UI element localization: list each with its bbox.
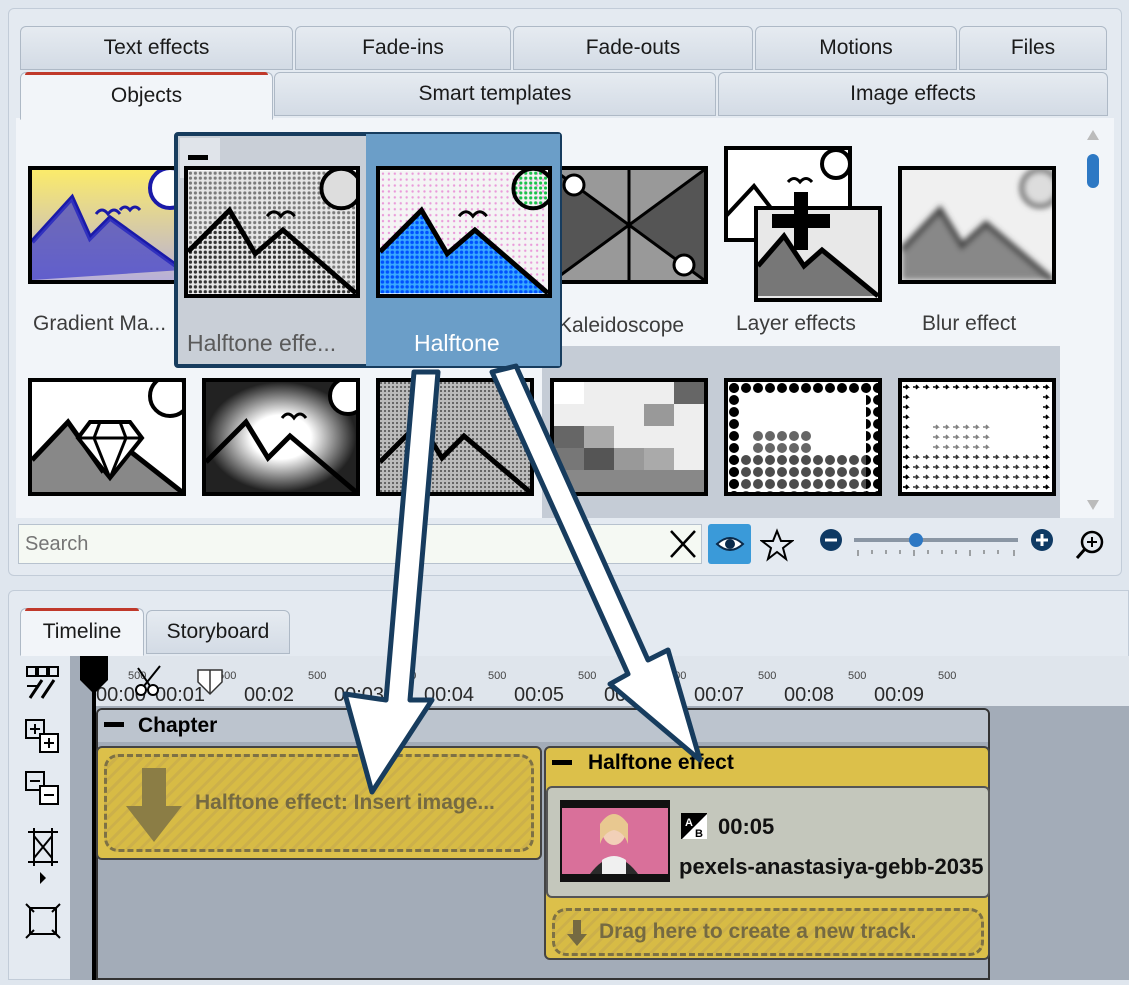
preview-eye-button[interactable] — [708, 524, 751, 564]
add-track-icon[interactable] — [24, 718, 62, 756]
tab-timeline[interactable]: Timeline — [20, 608, 144, 656]
tab-text-effects[interactable]: Text effects — [20, 26, 293, 70]
favorite-star-icon[interactable] — [759, 528, 795, 562]
halftone-effect-icon[interactable] — [184, 166, 360, 298]
svg-text:A: A — [685, 817, 693, 829]
chapter-title: Chapter — [138, 714, 218, 737]
marker-icon[interactable] — [196, 668, 224, 696]
remove-track-icon[interactable] — [24, 770, 62, 808]
blur-effect-icon[interactable] — [898, 166, 1056, 284]
playhead[interactable] — [78, 656, 112, 980]
ruler-label: 00:03 — [334, 684, 385, 706]
ruler-minor-label: 500 — [938, 670, 957, 682]
eye-icon — [715, 537, 744, 551]
ruler-label: 00:07 — [694, 684, 745, 706]
layer-effects-icon[interactable] — [724, 146, 884, 306]
down-arrow-icon — [124, 766, 184, 846]
kaleidoscope-icon[interactable] — [550, 166, 708, 284]
pixelate-icon[interactable] — [550, 378, 708, 496]
effect-track-title: Halftone effect — [588, 751, 734, 774]
ruler-label: 00:04 — [424, 684, 475, 706]
effect-label-layer-effects: Layer effects — [736, 312, 856, 335]
down-arrow-small-icon — [566, 918, 588, 948]
zoom-slider[interactable] — [818, 528, 1058, 562]
ruler-minor-label: 500 — [758, 670, 777, 682]
clip-name: pexels-anastasiya-gebb-2035 — [679, 854, 984, 879]
effect-label-gradient-mask: Gradient Ma... — [33, 312, 167, 335]
diamond-icon[interactable] — [28, 378, 186, 496]
tab-smart-templates[interactable]: Smart templates — [274, 72, 716, 116]
ruler-label: 00:08 — [784, 684, 835, 706]
cut-tracks-icon[interactable] — [24, 664, 62, 702]
tab-motions[interactable]: Motions — [755, 26, 957, 70]
new-track-text: Drag here to create a new track. — [599, 920, 917, 943]
new-track-dropzone[interactable]: Drag here to create a new track. — [552, 908, 984, 956]
tab-objects[interactable]: Objects — [20, 72, 273, 120]
search-input[interactable] — [18, 524, 702, 564]
popup-label-halftone: Halftone — [414, 330, 500, 356]
scrollbar-thumb[interactable] — [1087, 154, 1099, 188]
ruler-minor-label: 500 — [578, 670, 597, 682]
scissors-icon[interactable] — [134, 664, 166, 698]
ruler-minor-label: 500 — [398, 670, 417, 682]
zoom-fit-icon[interactable] — [1074, 528, 1108, 562]
tab-fade-ins[interactable]: Fade-ins — [295, 26, 511, 70]
tab-image-effects[interactable]: Image effects — [718, 72, 1108, 116]
transition-ab-icon[interactable]: AB — [680, 812, 708, 840]
ruler-label: 00:09 — [874, 684, 925, 706]
tab-fade-outs[interactable]: Fade-outs — [513, 26, 753, 70]
clear-search-icon[interactable] — [666, 528, 700, 560]
soft-focus-icon[interactable] — [202, 378, 360, 496]
collapse-effect-icon[interactable] — [552, 760, 572, 765]
effect-label-kaleidoscope: Kaleidoscope — [558, 314, 685, 337]
dots-effect-icon[interactable] — [724, 378, 882, 496]
effect-label-blur-effect: Blur effect — [922, 312, 1017, 335]
fit-timeline-icon[interactable] — [24, 902, 62, 940]
popup-label-halftone-effect: Halftone effe... — [187, 330, 337, 356]
ruler-minor-label: 500 — [308, 670, 327, 682]
tab-files[interactable]: Files — [959, 26, 1107, 70]
ruler-label: 00:06 — [604, 684, 655, 706]
effect-track-header[interactable]: Halftone effect — [546, 748, 988, 778]
arrows-effect-icon[interactable] — [898, 378, 1056, 496]
clip-thumbnail — [560, 800, 670, 882]
noise-effect-icon[interactable] — [376, 378, 534, 496]
snap-icon[interactable] — [24, 828, 62, 888]
ruler-label: 00:05 — [514, 684, 565, 706]
halftone-color-icon[interactable] — [376, 166, 552, 298]
ruler-minor-label: 500 — [668, 670, 687, 682]
chapter-header[interactable]: Chapter — [98, 710, 988, 742]
gradient-mask-icon[interactable] — [28, 166, 186, 284]
ruler-minor-label: 500 — [848, 670, 867, 682]
tab-storyboard[interactable]: Storyboard — [146, 610, 290, 654]
svg-text:B: B — [695, 828, 703, 840]
insert-image-text: Halftone effect: Insert image... — [195, 791, 495, 814]
clip-duration: 00:05 — [718, 814, 775, 839]
ruler-minor-label: 500 — [488, 670, 507, 682]
ruler-label: 00:02 — [244, 684, 295, 706]
